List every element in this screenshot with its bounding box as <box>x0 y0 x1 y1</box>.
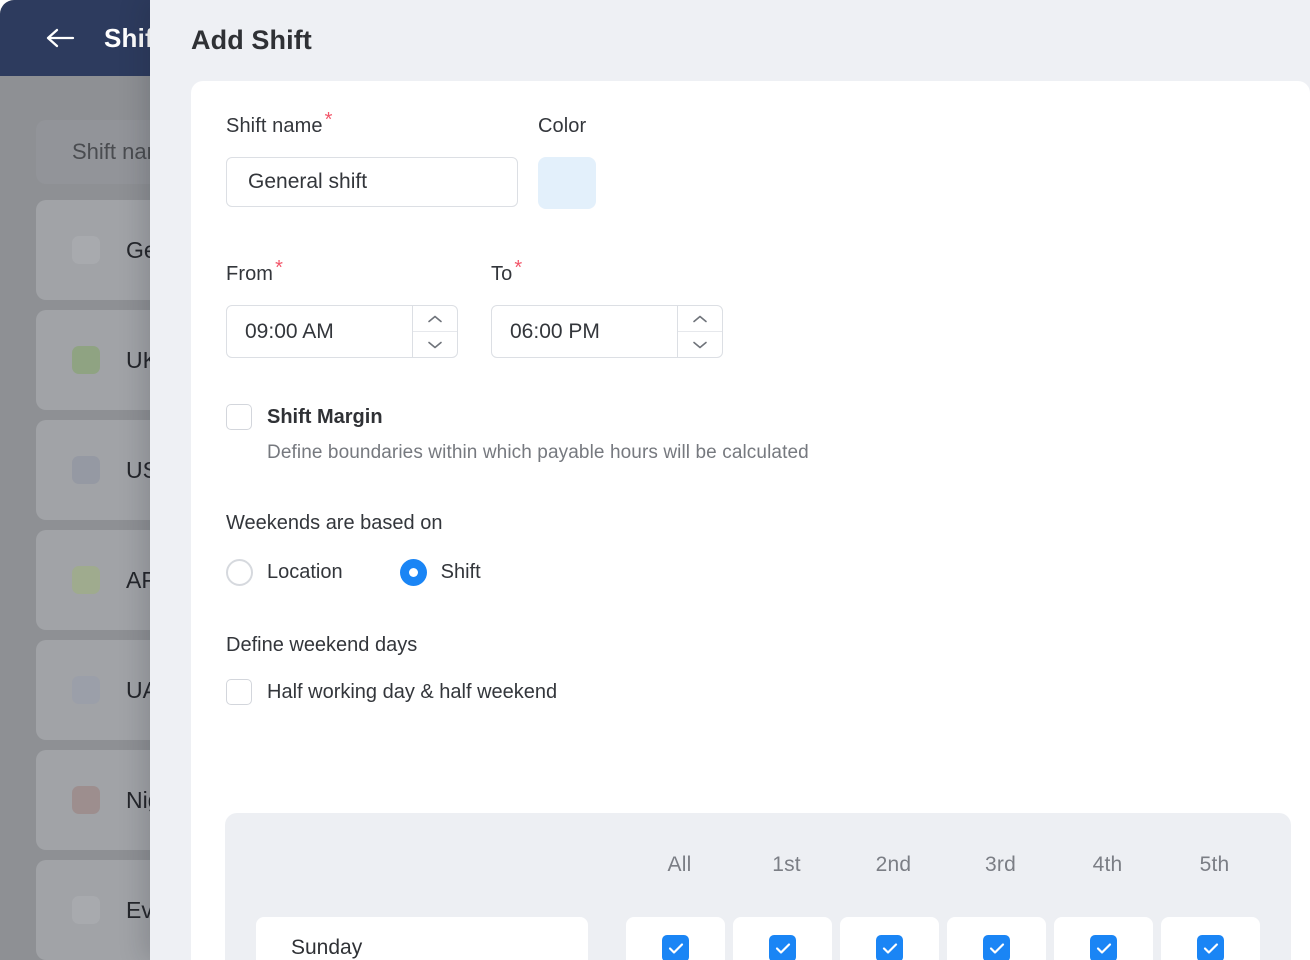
chevron-down-icon[interactable] <box>678 332 722 357</box>
from-time-input[interactable]: 09:00 AM <box>226 305 458 358</box>
to-label: To* <box>491 263 756 286</box>
column-header-4th[interactable]: 4th <box>1054 853 1161 877</box>
required-asterisk: * <box>275 257 283 279</box>
from-label: From* <box>226 263 491 286</box>
shift-name-field-group: Shift name* General shift <box>226 115 538 209</box>
shift-color-swatch <box>72 786 100 814</box>
app-root: Shift Shift name General shift UK shift … <box>0 0 1310 960</box>
name-color-row: Shift name* General shift Color <box>226 115 1310 209</box>
shift-name-input[interactable]: General shift <box>226 157 518 207</box>
shift-name-value: General shift <box>248 170 367 194</box>
shift-name-label: Shift name* <box>226 115 538 138</box>
half-day-label: Half working day & half weekend <box>267 681 557 704</box>
chevron-down-icon[interactable] <box>413 332 457 357</box>
add-shift-form: Shift name* General shift Color <box>191 81 1310 705</box>
checkmark-icon[interactable] <box>1090 935 1117 960</box>
checkmark-icon[interactable] <box>1197 935 1224 960</box>
to-label-text: To <box>491 263 512 285</box>
from-field-group: From* 09:00 AM <box>226 263 491 358</box>
required-asterisk: * <box>514 257 522 279</box>
time-range-row: From* 09:00 AM <box>226 263 1310 358</box>
chevron-up-icon[interactable] <box>678 306 722 332</box>
from-time-value: 09:00 AM <box>227 306 412 357</box>
shift-margin-help-text: Define boundaries within which payable h… <box>267 442 1310 464</box>
shift-margin-label: Shift Margin <box>267 406 383 429</box>
checkbox-cell-3rd[interactable] <box>947 917 1046 960</box>
weekends-based-on-radio-group: Location Shift <box>226 559 1310 586</box>
shift-color-swatch <box>72 236 100 264</box>
add-shift-panel: Add Shift Shift name* General shift <box>150 0 1310 960</box>
shift-color-swatch <box>72 896 100 924</box>
shift-margin-checkbox[interactable] <box>226 404 252 430</box>
to-time-value: 06:00 PM <box>492 306 677 357</box>
checkbox-cell-all[interactable] <box>626 917 725 960</box>
checkbox-cell-1st[interactable] <box>733 917 832 960</box>
radio-location-indicator[interactable] <box>226 559 253 586</box>
panel-header: Add Shift <box>150 0 1310 80</box>
chevron-up-icon[interactable] <box>413 306 457 332</box>
page-title: Add Shift <box>191 25 312 56</box>
radio-option-shift[interactable]: Shift <box>400 559 481 586</box>
color-label: Color <box>538 115 738 138</box>
checkbox-cell-2nd[interactable] <box>840 917 939 960</box>
weekday-table-body: Sunday <box>225 917 1291 960</box>
shift-margin-row[interactable]: Shift Margin <box>226 404 1310 430</box>
from-time-spinner <box>412 306 457 357</box>
to-field-group: To* 06:00 PM <box>491 263 756 358</box>
required-asterisk: * <box>325 109 333 131</box>
radio-option-location[interactable]: Location <box>226 559 343 586</box>
shift-color-swatch <box>72 456 100 484</box>
color-picker-swatch[interactable] <box>538 157 596 209</box>
to-time-input[interactable]: 06:00 PM <box>491 305 723 358</box>
color-label-text: Color <box>538 115 586 137</box>
radio-shift-label: Shift <box>441 561 481 584</box>
to-time-spinner <box>677 306 722 357</box>
column-header-1st[interactable]: 1st <box>733 853 840 877</box>
weekends-based-on-label: Weekends are based on <box>226 512 1310 535</box>
weekday-table-header: All 1st 2nd 3rd 4th 5th <box>225 813 1291 917</box>
column-header-all[interactable]: All <box>626 853 733 877</box>
day-name-cell: Sunday <box>256 917 588 960</box>
from-label-text: From <box>226 263 273 285</box>
define-weekend-days-label: Define weekend days <box>226 634 1310 657</box>
color-field-group: Color <box>538 115 738 209</box>
table-row: Sunday <box>256 917 1291 960</box>
arrow-left-icon[interactable] <box>46 27 76 49</box>
shift-color-swatch <box>72 676 100 704</box>
checkmark-icon[interactable] <box>769 935 796 960</box>
shift-color-swatch <box>72 346 100 374</box>
radio-location-label: Location <box>267 561 343 584</box>
column-header-3rd[interactable]: 3rd <box>947 853 1054 877</box>
checkbox-cell-5th[interactable] <box>1161 917 1260 960</box>
weekday-table: All 1st 2nd 3rd 4th 5th Sunday <box>225 813 1291 960</box>
checkbox-cell-4th[interactable] <box>1054 917 1153 960</box>
checkmark-icon[interactable] <box>983 935 1010 960</box>
checkmark-icon[interactable] <box>662 935 689 960</box>
half-day-checkbox[interactable] <box>226 679 252 705</box>
shift-name-label-text: Shift name <box>226 115 323 137</box>
half-day-row[interactable]: Half working day & half weekend <box>226 679 1310 705</box>
radio-shift-indicator[interactable] <box>400 559 427 586</box>
column-header-2nd[interactable]: 2nd <box>840 853 947 877</box>
column-header-5th[interactable]: 5th <box>1161 853 1268 877</box>
checkmark-icon[interactable] <box>876 935 903 960</box>
shift-color-swatch <box>72 566 100 594</box>
